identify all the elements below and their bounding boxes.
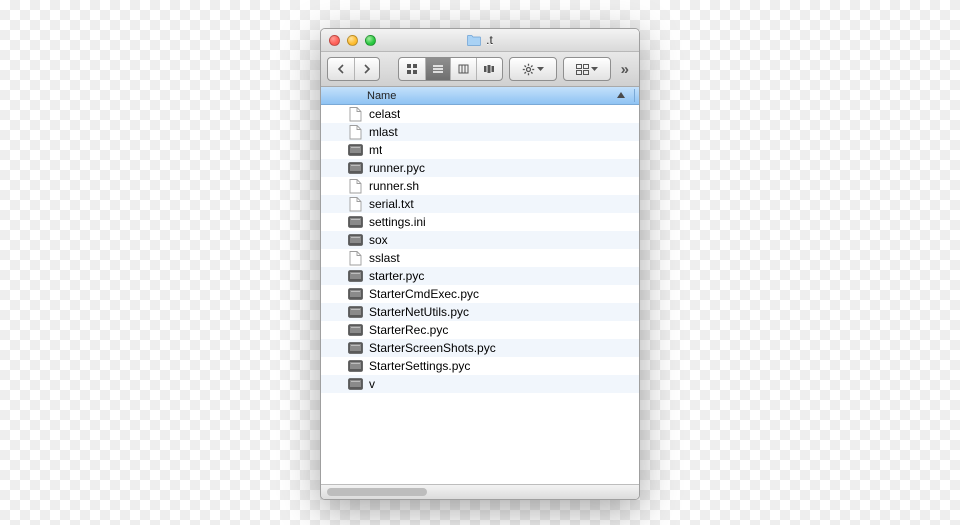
chevron-down-icon xyxy=(537,67,544,72)
traffic-lights xyxy=(329,35,376,46)
binary-icon xyxy=(347,358,363,374)
column-header-name[interactable]: Name xyxy=(321,87,639,105)
binary-icon xyxy=(347,376,363,392)
file-list[interactable]: celast mlast mt runner.pyc runner.sh serial.t… xyxy=(321,105,639,484)
file-row[interactable]: v xyxy=(321,375,639,393)
file-name: StarterRec.pyc xyxy=(369,323,448,337)
document-icon xyxy=(347,106,363,122)
forward-button[interactable] xyxy=(354,58,380,80)
file-row[interactable]: StarterScreenShots.pyc xyxy=(321,339,639,357)
chevron-down-icon xyxy=(591,67,598,72)
file-name: celast xyxy=(369,107,400,121)
nav-back-forward xyxy=(327,57,380,81)
file-name: sslast xyxy=(369,251,400,265)
file-name: StarterCmdExec.pyc xyxy=(369,287,479,301)
file-row[interactable]: runner.sh xyxy=(321,177,639,195)
file-name: mlast xyxy=(369,125,398,139)
file-name: v xyxy=(369,377,375,391)
column-header-label: Name xyxy=(367,90,396,102)
sort-ascending-icon xyxy=(617,92,625,98)
arrange-icon xyxy=(576,64,589,75)
document-icon xyxy=(347,250,363,266)
file-name: StarterNetUtils.pyc xyxy=(369,305,469,319)
minimize-button[interactable] xyxy=(347,35,358,46)
file-name: serial.txt xyxy=(369,197,414,211)
content-area: Name celast mlast mt runner.pyc runner.sh ser… xyxy=(321,87,639,484)
view-coverflow-button[interactable] xyxy=(476,58,502,80)
view-list-button[interactable] xyxy=(425,58,451,80)
file-name: runner.pyc xyxy=(369,161,425,175)
binary-icon xyxy=(347,232,363,248)
file-name: runner.sh xyxy=(369,179,419,193)
file-name: StarterScreenShots.pyc xyxy=(369,341,496,355)
file-row[interactable]: runner.pyc xyxy=(321,159,639,177)
file-row[interactable]: StarterSettings.pyc xyxy=(321,357,639,375)
file-row[interactable]: sox xyxy=(321,231,639,249)
file-name: mt xyxy=(369,143,382,157)
view-column-button[interactable] xyxy=(450,58,476,80)
scrollbar-thumb[interactable] xyxy=(327,488,427,496)
binary-icon xyxy=(347,214,363,230)
document-icon xyxy=(347,124,363,140)
back-button[interactable] xyxy=(328,58,354,80)
file-name: sox xyxy=(369,233,388,247)
file-row[interactable]: serial.txt xyxy=(321,195,639,213)
status-bar xyxy=(321,484,639,499)
document-icon xyxy=(347,196,363,212)
binary-icon xyxy=(347,160,363,176)
file-row[interactable]: StarterRec.pyc xyxy=(321,321,639,339)
binary-icon xyxy=(347,340,363,356)
folder-icon xyxy=(467,35,481,46)
view-icon-button[interactable] xyxy=(399,58,425,80)
file-row[interactable]: starter.pyc xyxy=(321,267,639,285)
toolbar: » xyxy=(321,52,639,87)
file-row[interactable]: celast xyxy=(321,105,639,123)
action-menu-button[interactable] xyxy=(509,57,557,81)
file-row[interactable]: settings.ini xyxy=(321,213,639,231)
file-name: settings.ini xyxy=(369,215,426,229)
binary-icon xyxy=(347,286,363,302)
horizontal-scrollbar[interactable] xyxy=(327,488,633,496)
file-row[interactable]: StarterNetUtils.pyc xyxy=(321,303,639,321)
file-row[interactable]: mlast xyxy=(321,123,639,141)
binary-icon xyxy=(347,322,363,338)
column-resize-handle[interactable] xyxy=(634,89,635,102)
file-name: StarterSettings.pyc xyxy=(369,359,470,373)
arrange-menu-button[interactable] xyxy=(563,57,611,81)
finder-window: .t xyxy=(320,28,640,500)
binary-icon xyxy=(347,268,363,284)
file-row[interactable]: StarterCmdExec.pyc xyxy=(321,285,639,303)
toolbar-overflow-button[interactable]: » xyxy=(617,61,633,78)
close-button[interactable] xyxy=(329,35,340,46)
binary-icon xyxy=(347,304,363,320)
window-title-text: .t xyxy=(486,33,493,47)
gear-icon xyxy=(522,63,535,76)
file-row[interactable]: mt xyxy=(321,141,639,159)
file-name: starter.pyc xyxy=(369,269,424,283)
binary-icon xyxy=(347,142,363,158)
file-row[interactable]: sslast xyxy=(321,249,639,267)
view-switcher xyxy=(398,57,502,81)
document-icon xyxy=(347,178,363,194)
titlebar[interactable]: .t xyxy=(321,29,639,52)
zoom-button[interactable] xyxy=(365,35,376,46)
